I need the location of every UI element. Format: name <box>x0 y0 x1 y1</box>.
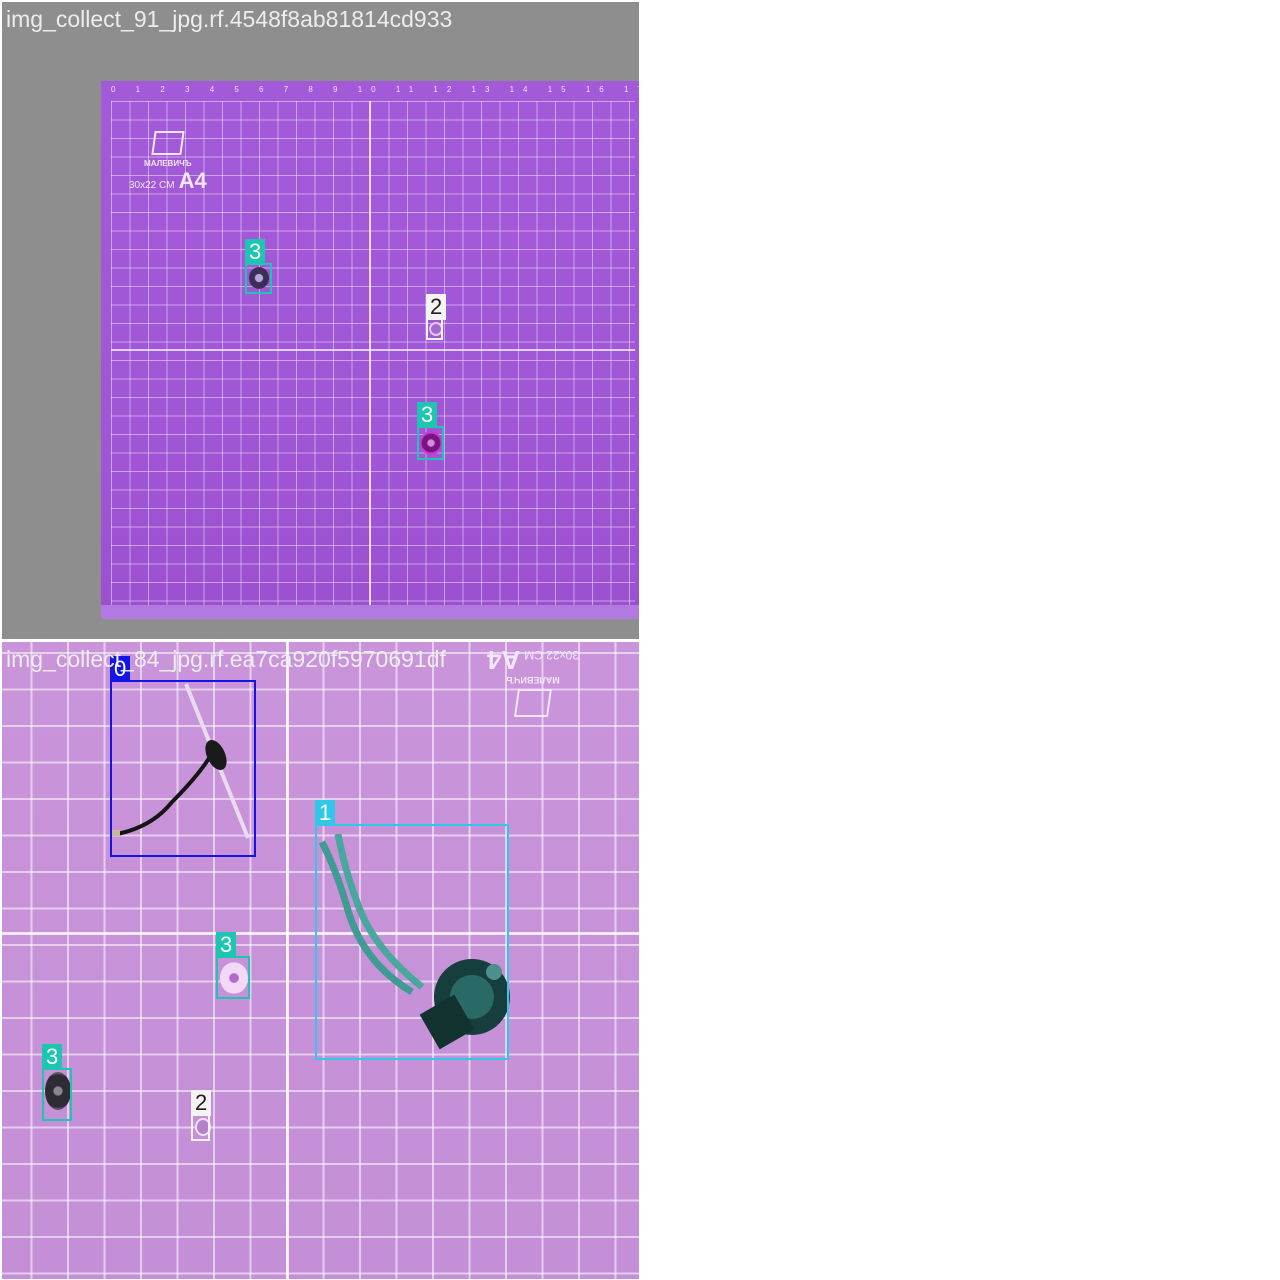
mat-center-line-horizontal <box>111 349 635 351</box>
mat-logo: МАЛЕВИЧЪ 30x22 CMA4 <box>129 131 207 194</box>
detection-box[interactable]: 3 <box>245 239 272 294</box>
detection-box[interactable]: 1 <box>315 800 509 1060</box>
detection-box[interactable]: 2 <box>191 1090 212 1141</box>
detection-label: 3 <box>42 1044 63 1070</box>
detection-box[interactable]: 2 <box>426 294 447 340</box>
detection-box[interactable]: 0 <box>110 656 256 857</box>
image-filename: img_collect_91_jpg.rf.4548f8ab81814cd933 <box>6 6 453 32</box>
logo-mark-icon <box>151 131 185 155</box>
detection-box[interactable]: 3 <box>417 402 444 460</box>
image-tile-1[interactable]: img_collect_91_jpg.rf.4548f8ab81814cd933… <box>2 2 639 639</box>
mat-brand: МАЛЕВИЧЪ <box>144 159 192 168</box>
mat-format: A4 <box>178 168 207 193</box>
detection-label: 2 <box>426 294 447 320</box>
image-tile-2[interactable]: МАЛЕВИЧЪ 30x22 CMA4 img_collect_84_jpg.r… <box>2 642 639 1279</box>
detection-label: 3 <box>245 239 266 265</box>
mat-center-line-vertical <box>369 101 371 605</box>
detection-box[interactable]: 3 <box>42 1044 72 1121</box>
detection-label: 3 <box>216 932 237 958</box>
detection-box[interactable]: 3 <box>216 932 250 999</box>
cutting-mat: 0 1 2 3 4 5 6 7 8 9 10 11 12 13 14 15 16… <box>101 81 639 619</box>
detection-label: 3 <box>417 402 438 428</box>
ruler-scale: 0 1 2 3 4 5 6 7 8 9 10 11 12 13 14 15 16… <box>111 85 639 94</box>
mat-bottom-edge <box>101 605 639 619</box>
detection-label: 2 <box>191 1090 212 1116</box>
mat-size: 30x22 CM <box>129 180 175 191</box>
detection-label: 1 <box>315 800 336 826</box>
image-filename: img_collect_84_jpg.rf.ea7ca920f5970691df <box>6 646 446 672</box>
